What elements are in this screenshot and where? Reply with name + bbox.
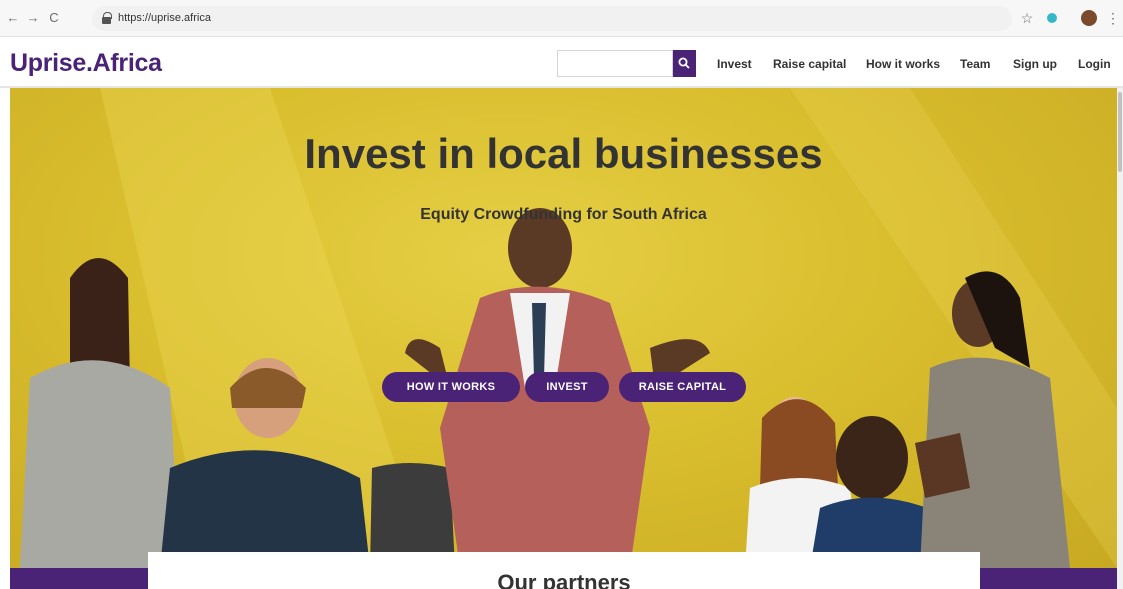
hero-banner: Invest in local businesses Equity Crowdf… [10,88,1117,568]
url-text: https://uprise.africa [118,12,211,24]
nav-login[interactable]: Login [1078,57,1111,71]
browser-menu-icon[interactable]: ⋮ [1104,9,1122,27]
browser-toolbar: ← → C https://uprise.africa ☆ ⋮ [0,0,1123,37]
hero-title: Invest in local businesses [304,130,823,177]
partners-band-right [980,568,1117,589]
partners-heading: Our partners [497,570,631,589]
nav-sign-up[interactable]: Sign up [1013,57,1057,71]
partners-card: Our partners [148,552,980,589]
nav-raise-capital[interactable]: Raise capital [773,57,846,71]
scrollbar-thumb[interactable] [1118,92,1122,172]
hero-subtitle: Equity Crowdfunding for South Africa [420,206,707,223]
back-icon[interactable]: ← [4,9,22,27]
reload-icon[interactable]: C [45,9,63,27]
profile-avatar-icon[interactable] [1081,10,1097,26]
site-logo[interactable]: Uprise.Africa [10,49,162,78]
site-header: Uprise.Africa Invest Raise capital How i… [0,37,1123,88]
nav-how-it-works[interactable]: How it works [866,57,940,71]
raise-capital-button[interactable]: RAISE CAPITAL [619,372,746,402]
search-input[interactable] [557,50,673,77]
nav-invest[interactable]: Invest [717,57,752,71]
forward-icon[interactable]: → [24,9,42,27]
bookmark-star-icon[interactable]: ☆ [1018,9,1036,27]
extension-icon[interactable] [1047,13,1057,23]
address-bar[interactable]: https://uprise.africa [92,6,1012,31]
invest-button[interactable]: INVEST [525,372,609,402]
partners-band-left [10,568,148,589]
nav-team[interactable]: Team [960,57,990,71]
how-it-works-button[interactable]: HOW IT WORKS [382,372,520,402]
search-icon [678,57,690,69]
lock-icon [102,12,112,24]
search-button[interactable] [673,50,696,77]
